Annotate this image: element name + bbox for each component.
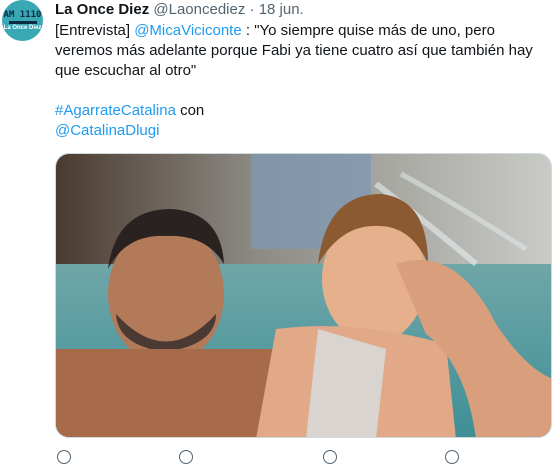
action-bar — [55, 444, 545, 464]
hashtag-link[interactable]: #AgarrateCatalina — [55, 102, 176, 119]
tweet-text: [Entrevista] @MicaViciconte : "Yo siempr… — [55, 21, 545, 141]
avatar-station-label: AM 1110 — [3, 9, 42, 20]
hashtag-line: #AgarrateCatalina con — [55, 101, 545, 121]
tweet-date[interactable]: 18 jun. — [259, 1, 304, 18]
separator-dot: · — [249, 1, 255, 18]
with-text: con — [175, 102, 205, 119]
tweet[interactable]: AM 1110 La Once Diez La Once Diez @Laonc… — [0, 0, 552, 464]
mention-link-2[interactable]: @CatalinaDlugi — [55, 122, 159, 139]
tweet-photo[interactable] — [55, 153, 552, 438]
avatar-brand-label: La Once Diez — [3, 24, 42, 31]
avatar[interactable]: AM 1110 La Once Diez — [2, 0, 43, 41]
photo-illustration — [56, 154, 551, 437]
text-prefix: [Entrevista] — [55, 22, 135, 39]
tweet-header: La Once Diez @Laoncediez · 18 jun. — [55, 1, 304, 19]
display-name[interactable]: La Once Diez — [55, 1, 149, 18]
user-handle[interactable]: @Laoncediez — [153, 1, 245, 18]
like-icon[interactable] — [323, 450, 337, 464]
skyline-icon — [8, 20, 37, 24]
share-icon[interactable] — [445, 450, 459, 464]
mention-link[interactable]: @MicaViciconte — [134, 22, 242, 39]
mention-line: @CatalinaDlugi — [55, 121, 545, 141]
reply-icon[interactable] — [57, 450, 71, 464]
retweet-icon[interactable] — [179, 450, 193, 464]
tweet-body: [Entrevista] @MicaViciconte : "Yo siempr… — [55, 21, 545, 81]
